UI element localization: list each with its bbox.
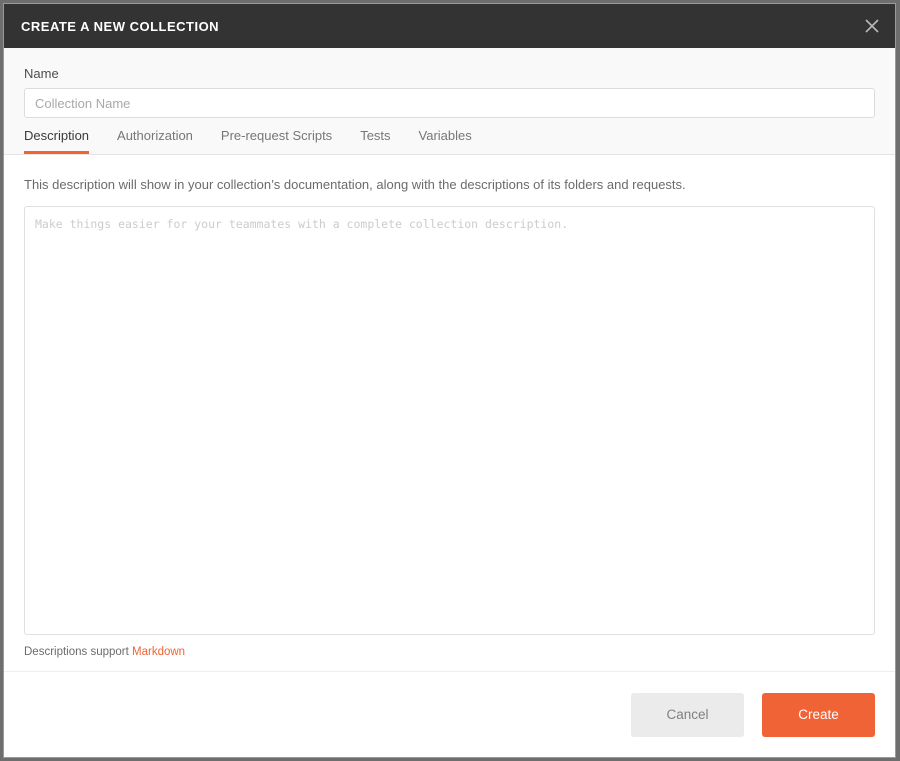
description-textarea[interactable] <box>24 206 875 635</box>
name-input-wrapper <box>4 88 895 118</box>
tab-authorization[interactable]: Authorization <box>117 128 193 154</box>
tab-pre-request-scripts[interactable]: Pre-request Scripts <box>221 128 332 154</box>
markdown-link[interactable]: Markdown <box>132 646 185 658</box>
description-hint: This description will show in your colle… <box>24 177 686 192</box>
create-button[interactable]: Create <box>762 692 875 737</box>
tab-bar: Description Authorization Pre-request Sc… <box>4 118 895 154</box>
tab-variables[interactable]: Variables <box>419 128 472 154</box>
dialog-title: CREATE A NEW COLLECTION <box>21 18 220 34</box>
collection-name-input[interactable] <box>24 88 875 118</box>
tab-description[interactable]: Description <box>24 128 90 154</box>
markdown-note-prefix: Descriptions support <box>24 646 133 658</box>
description-panel: This description will show in your colle… <box>4 155 895 671</box>
markdown-note: Descriptions support Markdown <box>24 635 875 671</box>
dialog-top-section: Name Description Authorization Pre-reque… <box>4 48 895 155</box>
dialog-header: CREATE A NEW COLLECTION <box>4 4 895 48</box>
dialog-footer: Cancel Create <box>4 671 895 757</box>
tab-tests[interactable]: Tests <box>360 128 390 154</box>
close-icon[interactable] <box>849 4 895 48</box>
create-collection-dialog: CREATE A NEW COLLECTION Name Description… <box>3 3 896 758</box>
name-field-label: Name <box>24 66 59 81</box>
cancel-button[interactable]: Cancel <box>631 692 744 737</box>
